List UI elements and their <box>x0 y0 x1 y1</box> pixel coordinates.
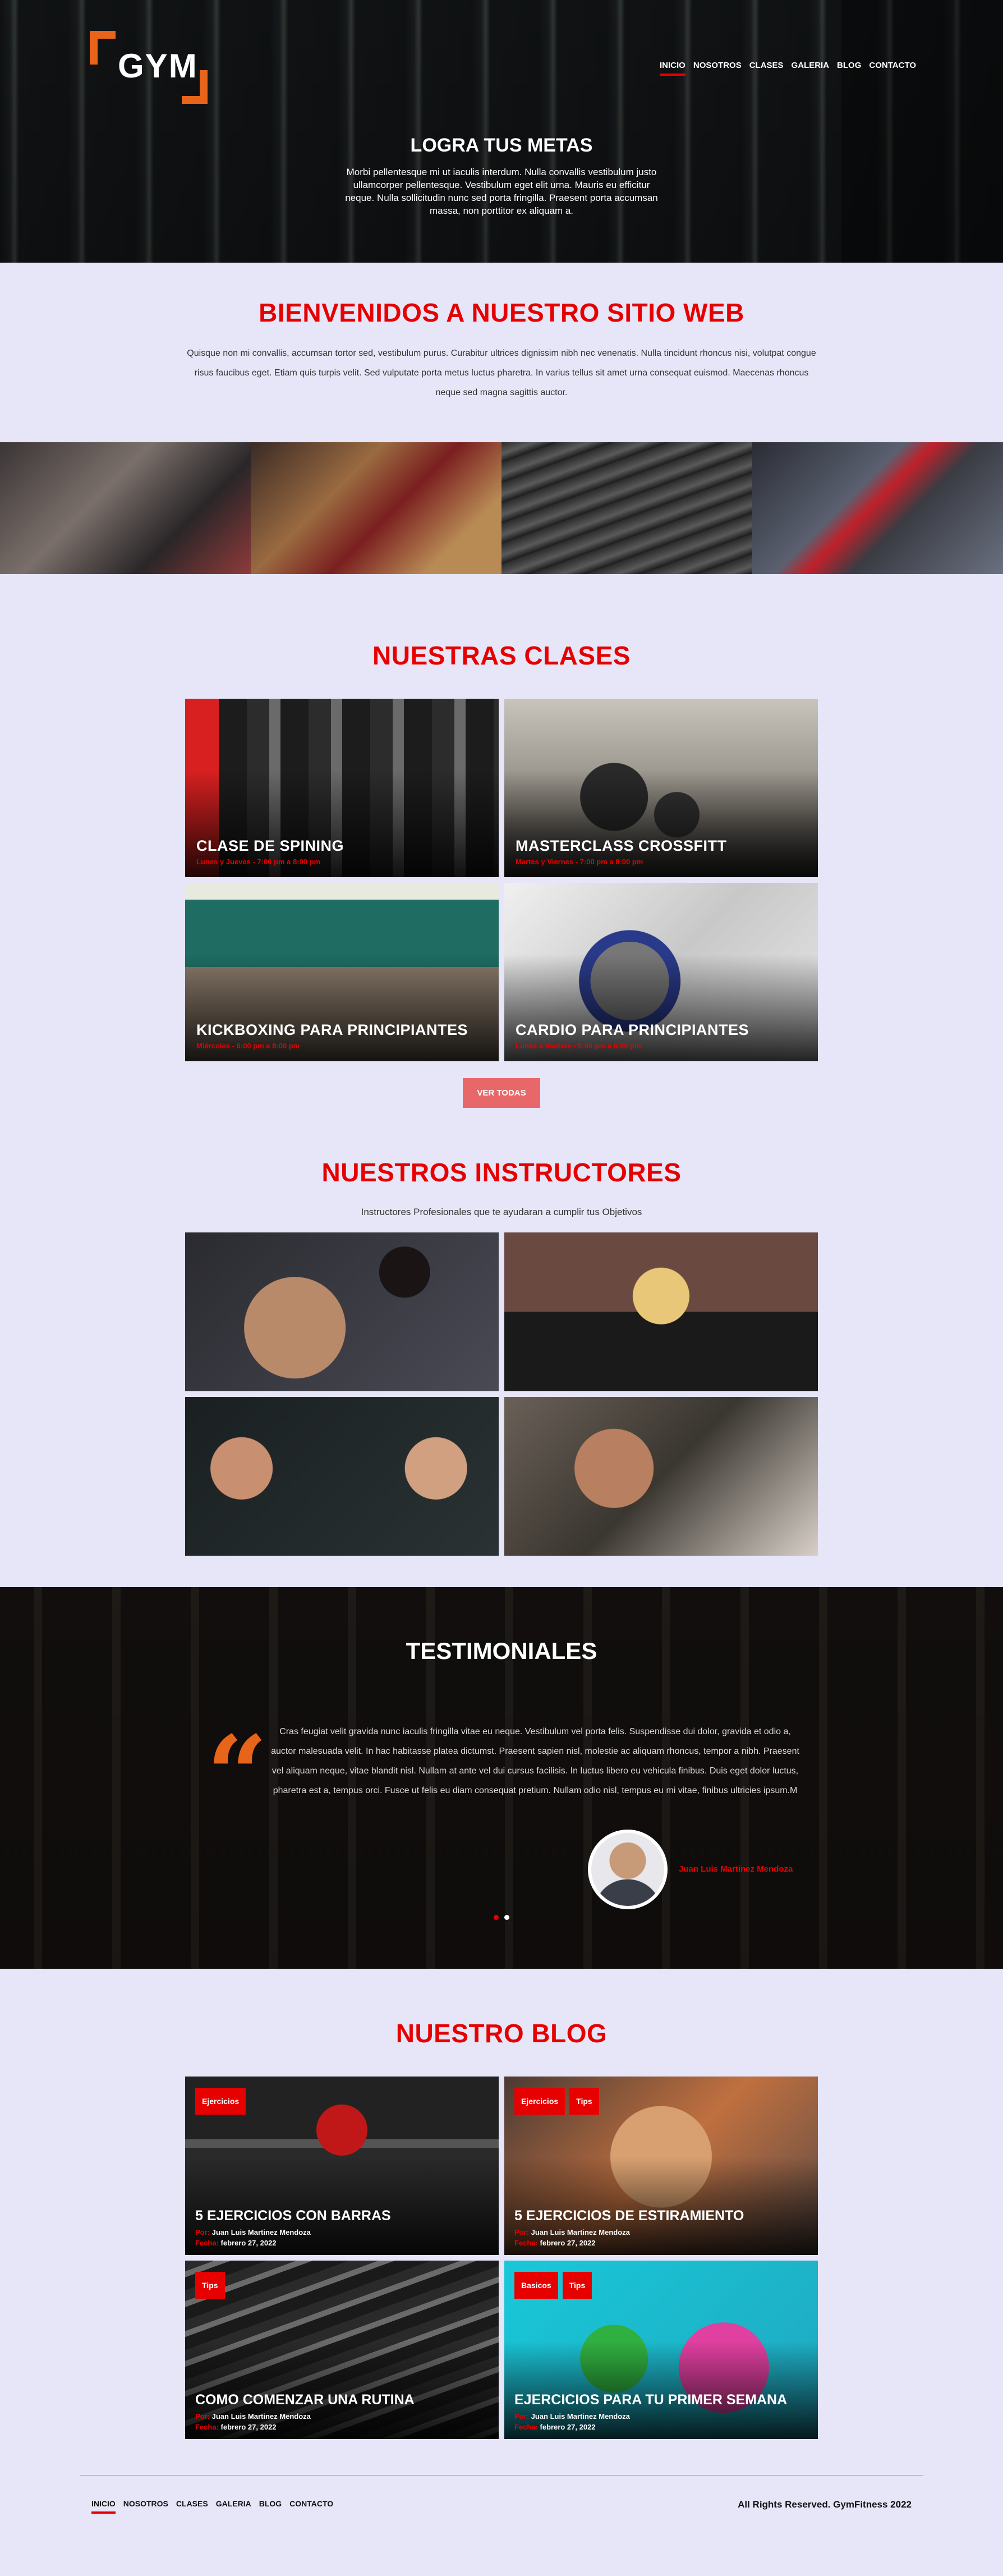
nav-link-blog[interactable]: BLOG <box>837 61 861 76</box>
carousel-dots <box>494 1915 509 1920</box>
testimonial-quote: Cras feugiat velit gravida nunc iaculis … <box>271 1727 799 1795</box>
instructor-photo <box>185 1397 499 1556</box>
class-card[interactable]: MASTERCLASS CROSSFITT Martes y Viernes -… <box>504 699 818 877</box>
footer-link-blog[interactable]: BLOG <box>259 2499 282 2514</box>
carousel-dot[interactable] <box>504 1915 509 1920</box>
instructor-photo <box>504 1232 818 1391</box>
blog-date: Fecha: febrero 27, 2022 <box>514 2239 596 2247</box>
blog-tags: Ejercicios Tips <box>514 2088 599 2115</box>
class-title: CARDIO PARA PRINCIPIANTES <box>516 1021 749 1038</box>
hero-text: Morbi pellentesque mi ut iaculis interdu… <box>345 167 658 216</box>
blog-post-title: COMO COMENZAR UNA RUTINA <box>195 2392 415 2408</box>
copyright-text: All Rights Reserved. GymFitness 2022 <box>738 2499 912 2510</box>
classes-section: NUESTRAS CLASES CLASE DE SPINING Lunes y… <box>0 574 1003 1108</box>
instructor-photo <box>504 1397 818 1556</box>
gym-logo[interactable]: GYM <box>90 31 208 104</box>
testimonials-section: TESTIMONIALES “ Cras feugiat velit gravi… <box>0 1587 1003 1969</box>
tag-badge[interactable]: Ejercicios <box>514 2088 565 2115</box>
blog-tags: Ejercicios <box>195 2088 246 2115</box>
footer-link-contacto[interactable]: CONTACTO <box>289 2499 333 2514</box>
gallery-photo <box>752 442 1003 574</box>
classes-grid: CLASE DE SPINING Lunes y Jueves - 7:00 p… <box>185 699 818 1061</box>
blog-date: Fecha: febrero 27, 2022 <box>514 2423 596 2431</box>
instructors-subtitle: Instructores Profesionales que te ayudar… <box>361 1207 642 1217</box>
blog-author: Por: Juan Luis Martinez Mendoza <box>195 2412 311 2421</box>
blog-grid: Ejercicios 5 EJERCICIOS CON BARRAS Por: … <box>185 2077 818 2439</box>
gallery-photo <box>0 442 251 574</box>
class-card[interactable]: KICKBOXING PARA PRINCIPIANTES Miércoles … <box>185 883 499 1061</box>
blog-card[interactable]: Ejercicios Tips 5 EJERCICIOS DE ESTIRAMI… <box>504 2077 818 2255</box>
gallery-photo <box>502 442 752 574</box>
classes-title: NUESTRAS CLASES <box>372 641 631 670</box>
footer-nav: INICIO NOSOTROS CLASES GALERIA BLOG CONT… <box>91 2499 333 2514</box>
instructors-section: NUESTROS INSTRUCTORES Instructores Profe… <box>0 1108 1003 1556</box>
carousel-dot[interactable] <box>494 1915 499 1920</box>
instructors-grid <box>185 1232 818 1556</box>
logo-text: GYM <box>118 47 198 85</box>
tag-badge[interactable]: Basicos <box>514 2272 558 2299</box>
main-nav: INICIO NOSOTROS CLASES GALERIA BLOG CONT… <box>660 61 916 76</box>
class-schedule: Martes y Viernes - 7:00 pm a 8:00 pm <box>516 858 643 866</box>
hero-title: LOGRA TUS METAS <box>410 135 593 156</box>
nav-link-inicio[interactable]: INICIO <box>660 61 685 76</box>
gallery-strip <box>0 442 1003 574</box>
blog-card[interactable]: Ejercicios 5 EJERCICIOS CON BARRAS Por: … <box>185 2077 499 2255</box>
instructors-title: NUESTROS INSTRUCTORES <box>321 1158 682 1187</box>
view-all-classes-button[interactable]: VER TODAS <box>463 1078 540 1108</box>
tag-badge[interactable]: Tips <box>569 2088 599 2115</box>
blog-post-title: 5 EJERCICIOS DE ESTIRAMIENTO <box>514 2208 744 2224</box>
blog-post-title: 5 EJERCICIOS CON BARRAS <box>195 2208 391 2224</box>
gallery-photo <box>251 442 502 574</box>
nav-link-contacto[interactable]: CONTACTO <box>869 61 916 76</box>
class-title: KICKBOXING PARA PRINCIPIANTES <box>196 1021 468 1038</box>
class-schedule: Lunes a Viernes - 5:00 pm a 6:00 pm <box>516 1042 641 1050</box>
nav-link-galeria[interactable]: GALERIA <box>792 61 830 76</box>
tag-badge[interactable]: Ejercicios <box>195 2088 246 2115</box>
testimonials-title: TESTIMONIALES <box>406 1638 597 1664</box>
class-schedule: Lunes y Jueves - 7:00 pm a 8:00 pm <box>196 858 321 866</box>
blog-section: NUESTRO BLOG Ejercicios 5 EJERCICIOS CON… <box>0 1969 1003 2439</box>
blog-date: Fecha: febrero 27, 2022 <box>195 2239 277 2247</box>
tag-badge[interactable]: Tips <box>195 2272 225 2299</box>
hero-content: LOGRA TUS METAS Morbi pellentesque mi ut… <box>0 135 1003 217</box>
blog-card[interactable]: Basicos Tips EJERCICIOS PARA TU PRIMER S… <box>504 2261 818 2439</box>
avatar <box>588 1830 668 1909</box>
welcome-title: BIENVENIDOS A NUESTRO SITIO WEB <box>259 298 744 327</box>
class-title: CLASE DE SPINING <box>196 837 344 854</box>
logo-corner-top-left <box>90 31 116 65</box>
footer-link-nosotros[interactable]: NOSOTROS <box>123 2499 168 2514</box>
nav-link-nosotros[interactable]: NOSOTROS <box>693 61 742 76</box>
class-title: MASTERCLASS CROSSFITT <box>516 837 727 854</box>
class-card[interactable]: CARDIO PARA PRINCIPIANTES Lunes a Vierne… <box>504 883 818 1061</box>
blog-author: Por: Juan Luis Martinez Mendoza <box>195 2228 311 2236</box>
class-card[interactable]: CLASE DE SPINING Lunes y Jueves - 7:00 p… <box>185 699 499 877</box>
instructor-photo <box>185 1232 499 1391</box>
blog-tags: Basicos Tips <box>514 2272 592 2299</box>
blog-author: Por: Juan Luis Martinez Mendoza <box>514 2412 630 2421</box>
footer-link-clases[interactable]: CLASES <box>176 2499 208 2514</box>
welcome-section: BIENVENIDOS A NUESTRO SITIO WEB Quisque … <box>0 263 1003 442</box>
blog-card[interactable]: Tips COMO COMENZAR UNA RUTINA Por: Juan … <box>185 2261 499 2439</box>
footer-link-inicio[interactable]: INICIO <box>91 2499 116 2514</box>
blog-author: Por: Juan Luis Martinez Mendoza <box>514 2228 630 2236</box>
blog-date: Fecha: febrero 27, 2022 <box>195 2423 277 2431</box>
welcome-text: Quisque non mi convallis, accumsan torto… <box>187 349 816 397</box>
tag-badge[interactable]: Tips <box>562 2272 592 2299</box>
footer: INICIO NOSOTROS CLASES GALERIA BLOG CONT… <box>80 2475 923 2576</box>
footer-link-galeria[interactable]: GALERIA <box>216 2499 251 2514</box>
class-schedule: Miércoles - 6:00 pm a 8:00 pm <box>196 1042 300 1050</box>
nav-link-clases[interactable]: CLASES <box>749 61 784 76</box>
quote-icon: “ <box>206 1712 268 1837</box>
hero-header: GYM INICIO NOSOTROS CLASES GALERIA BLOG … <box>0 0 1003 263</box>
blog-title: NUESTRO BLOG <box>395 2019 608 2048</box>
testimonial-author: Juan Luis Martinez Mendoza <box>679 1864 793 1874</box>
blog-post-title: EJERCICIOS PARA TU PRIMER SEMANA <box>514 2392 788 2408</box>
blog-tags: Tips <box>195 2272 225 2299</box>
